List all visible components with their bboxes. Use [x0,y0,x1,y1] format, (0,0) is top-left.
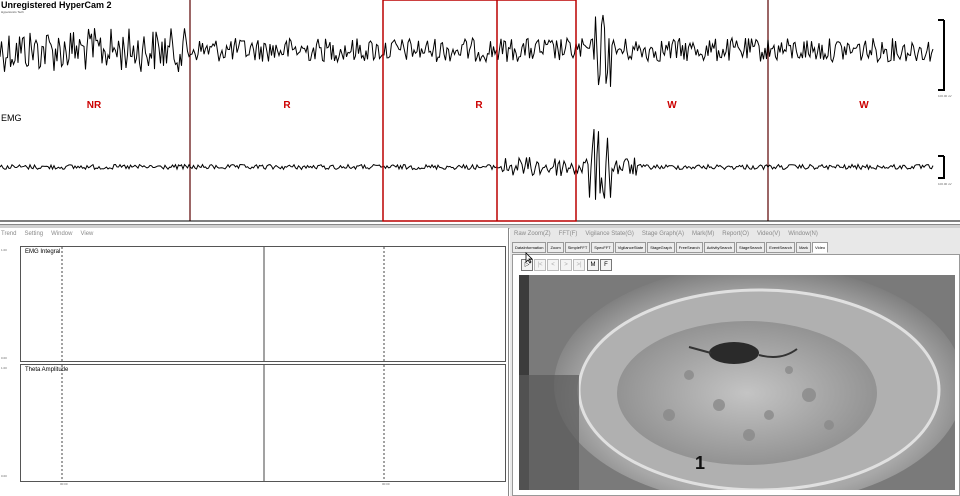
tab-simple-fft[interactable]: SimpleFFT [564,242,591,253]
tab-stage-search[interactable]: StageSearch [736,242,766,253]
mouse-subject [709,342,759,364]
theta-amplitude-graph[interactable]: Theta Amplitude [20,364,506,482]
tab-event-search[interactable]: EventSearch [766,242,796,253]
emg-scale-label: 100.00 uV [938,182,952,186]
video-frame-number: 1 [695,453,706,473]
tab-spec-fft[interactable]: SpecFFT [591,242,614,253]
x-tick: 00:00 [382,482,390,486]
mouse-cursor-icon [525,252,533,264]
menu-vigilance-state[interactable]: Vigilance State(G) [585,231,634,237]
menu-setting[interactable]: Setting [24,231,43,237]
video-frame-image [519,275,955,490]
signal-display[interactable]: Unregistered HyperCam 2 Hyperionics Tech… [0,0,960,224]
first-frame-button[interactable]: |< [534,259,546,271]
menu-window[interactable]: Window(N) [788,231,818,237]
stage-label[interactable]: R [283,100,290,111]
menu-raw-zoom[interactable]: Raw Zoom(Z) [514,231,551,237]
menu-view[interactable]: View [80,231,93,237]
tab-vigilance-state[interactable]: VigilanceState [614,242,647,253]
eeg-scale-label: 100.00 uV [938,94,952,98]
stage-label[interactable]: NR [87,100,101,111]
menu-report[interactable]: Report(O) [722,231,749,237]
watermark-title: Unregistered HyperCam 2 [1,0,112,10]
emg-integral-graph[interactable]: EMG Integral [20,246,506,362]
emg-scale-bracket[interactable] [938,155,945,179]
menu-stage-graph[interactable]: Stage Graph(A) [642,231,684,237]
next-frame-button[interactable]: > [560,259,572,271]
last-frame-button[interactable]: >| [573,259,585,271]
eeg-trace [0,14,934,87]
video-window: Raw Zoom(Z) FFT(F) Vigilance State(G) St… [510,228,960,496]
trend-window: Trend Setting Window View 1.00 0.00 1.00… [0,228,509,496]
watermark-subtitle: Hyperionics Tech [1,10,24,14]
emg-trace [0,129,934,200]
y-tick-bottom: 0.00 [1,356,7,360]
tab-stage-graph[interactable]: StageGraph [647,242,675,253]
menu-video[interactable]: Video(V) [757,231,780,237]
mark-button[interactable]: M [587,259,599,271]
tab-video[interactable]: Video [811,242,829,253]
tab-free-search[interactable]: FreeSearch [675,242,703,253]
y-tick-top: 1.00 [1,366,7,370]
menu-window[interactable]: Window [51,231,72,237]
stage-label[interactable]: W [859,100,868,111]
emg-channel-label: EMG [1,113,22,123]
video-player[interactable]: 1 [519,275,955,490]
trend-menubar: Trend Setting Window View [1,228,506,240]
menu-trend[interactable]: Trend [1,231,16,237]
y-tick-bottom: 0.00 [1,474,7,478]
stage-label[interactable]: W [667,100,676,111]
video-tab-content: ▷ |< < > >| M F 1 [512,252,960,496]
prev-frame-button[interactable]: < [547,259,559,271]
menu-fft[interactable]: FFT(F) [559,231,578,237]
x-tick: 00:00 [60,482,68,486]
tab-activity-search[interactable]: ActivitySearch [703,242,736,253]
main-menubar: Raw Zoom(Z) FFT(F) Vigilance State(G) St… [514,228,959,240]
stage-label[interactable]: R [475,100,482,111]
f-button[interactable]: F [600,259,612,271]
tab-mark[interactable]: Mark [796,242,811,253]
signal-canvas[interactable] [0,0,960,224]
eeg-scale-bracket[interactable] [938,19,945,91]
menu-mark[interactable]: Mark(M) [692,231,714,237]
tab-zoom[interactable]: Zoom [547,242,564,253]
y-tick-top: 1.00 [1,248,7,252]
tab-bar: DataInformation Zoom SimpleFFT SpecFFT V… [512,242,829,253]
